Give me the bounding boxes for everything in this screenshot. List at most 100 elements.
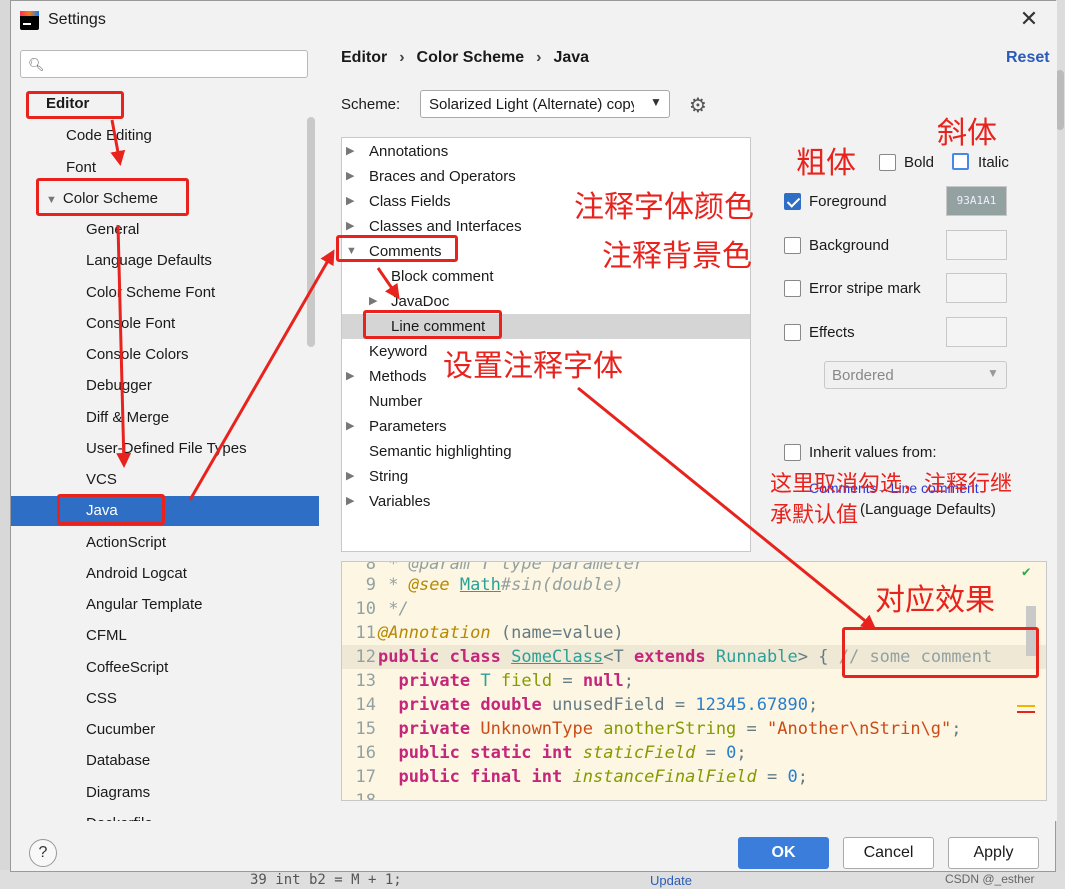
sidebar-item-angular-template[interactable]: Angular Template (86, 590, 202, 620)
annotation-italic: 斜体 (937, 116, 997, 151)
title-bar: Settings ✕ (11, 1, 1057, 39)
error-stripe-label: Error stripe mark (809, 280, 921, 297)
inherit-label: Inherit values from: (809, 444, 937, 461)
sidebar-item-dockerfile[interactable]: Dockerfile (86, 809, 153, 821)
bold-label: Bold (904, 154, 935, 171)
watermark: CSDN @_esther (945, 872, 1035, 886)
annotation-bold: 粗体 (796, 146, 856, 181)
chevron-right-icon: ▶ (346, 495, 355, 507)
breadcrumb-editor[interactable]: Editor (341, 49, 387, 66)
tree-item-label: Semantic highlighting (369, 443, 512, 460)
sidebar-item-diff-merge[interactable]: Diff & Merge (86, 403, 169, 433)
tree-item-label: Braces and Operators (369, 168, 516, 185)
effects-color-swatch[interactable] (946, 317, 1007, 347)
tree-item-parameters[interactable]: ▶ Parameters (342, 414, 750, 439)
sidebar-item-coffeescript[interactable]: CoffeeScript (86, 653, 168, 683)
sidebar-item-general[interactable]: General (86, 215, 139, 245)
scheme-select[interactable]: Solarized Light (Alternate) copy ▼ (420, 90, 670, 118)
chevron-right-icon: ▶ (346, 420, 355, 432)
backdrop-update: Update (650, 873, 692, 888)
backdrop-code: 39 int b2 = M + 1; (250, 872, 402, 888)
annotation-box-comment-effect (842, 627, 1039, 678)
sidebar-item-cucumber[interactable]: Cucumber (86, 715, 155, 745)
help-button[interactable]: ? (29, 839, 57, 867)
sidebar-item-android-logcat[interactable]: Android Logcat (86, 559, 187, 589)
tree-item-variables[interactable]: ▶ Variables (342, 489, 750, 514)
sidebar-item-color-scheme-font[interactable]: Color Scheme Font (86, 278, 215, 308)
effects-type-value: Bordered (832, 367, 894, 384)
error-stripe-checkbox[interactable] (784, 280, 801, 297)
tree-item-label: Keyword (369, 343, 428, 360)
sidebar-item-database[interactable]: Database (86, 746, 150, 776)
breadcrumb-color-scheme[interactable]: Color Scheme (417, 49, 525, 66)
line-number: 14 (355, 695, 376, 715)
sidebar-item-debugger[interactable]: Debugger (86, 371, 152, 401)
breadcrumb-separator: › (399, 49, 405, 66)
italic-checkbox[interactable] (952, 153, 969, 170)
foreground-checkbox[interactable] (784, 193, 801, 210)
annotation-box-editor (26, 91, 124, 119)
tree-item-label: Variables (369, 493, 431, 510)
sidebar-item-diagrams[interactable]: Diagrams (86, 778, 150, 808)
tree-item-string[interactable]: ▶ String (342, 464, 750, 489)
effects-type-select[interactable]: Bordered ▼ (824, 361, 1007, 389)
cancel-button[interactable]: Cancel (843, 837, 934, 869)
sidebar-item-language-defaults[interactable]: Language Defaults (86, 246, 212, 276)
bold-checkbox[interactable] (879, 154, 896, 171)
breadcrumb-java: Java (553, 49, 590, 66)
backdrop-left (0, 0, 10, 889)
breadcrumb-separator: › (536, 49, 542, 66)
reset-link[interactable]: Reset (1006, 49, 1050, 67)
sidebar-item-code-editing[interactable]: Code Editing (66, 121, 152, 151)
line-number: 10 (355, 599, 376, 619)
effects-label: Effects (809, 324, 855, 341)
background-label: Background (809, 237, 890, 254)
tree-item-semantic-highlighting[interactable]: Semantic highlighting (342, 439, 750, 464)
background-checkbox[interactable] (784, 237, 801, 254)
tree-item-label: Parameters (369, 418, 447, 435)
settings-sidebar: 🔍︎ Editor Code Editing Font ▼ Color Schem… (11, 39, 319, 821)
apply-button[interactable]: Apply (948, 837, 1039, 869)
check-icon: ✔ (1022, 564, 1031, 580)
annotation-box-java (57, 494, 165, 525)
chevron-right-icon: ▶ (346, 370, 355, 382)
sidebar-item-cfml[interactable]: CFML (86, 621, 127, 651)
search-icon: 🔍︎ (28, 57, 45, 72)
settings-search[interactable]: 🔍︎ (20, 50, 308, 78)
sidebar-item-user-defined-file-types[interactable]: User-Defined File Types (86, 434, 247, 464)
inherit-checkbox[interactable] (784, 444, 801, 461)
foreground-color-swatch[interactable]: 93A1A1 (946, 186, 1007, 216)
sidebar-item-css[interactable]: CSS (86, 684, 117, 714)
background-color-swatch[interactable] (946, 230, 1007, 260)
code-line: 16 public static int staticField = 0; (342, 741, 1046, 765)
scheme-select-value: Solarized Light (Alternate) copy (429, 96, 634, 113)
effects-checkbox[interactable] (784, 324, 801, 341)
annotation-box-comments (336, 235, 458, 262)
line-number: 12 (355, 647, 376, 667)
italic-label: Italic (978, 154, 1009, 171)
sidebar-item-vcs[interactable]: VCS (86, 465, 117, 495)
sidebar-item-console-colors[interactable]: Console Colors (86, 340, 189, 370)
close-icon[interactable]: ✕ (1016, 7, 1042, 33)
line-number: 13 (355, 671, 376, 691)
line-number: 11 (355, 623, 376, 643)
tree-item-annotations[interactable]: ▶ Annotations (342, 139, 750, 164)
gear-icon[interactable]: ⚙ (689, 93, 707, 118)
scheme-label: Scheme: (341, 96, 401, 113)
code-line: 17 public final int instanceFinalField =… (342, 765, 1046, 789)
sidebar-scrollbar[interactable] (307, 117, 315, 347)
error-stripe-color-swatch[interactable] (946, 273, 1007, 303)
tree-item-label: Annotations (369, 143, 449, 160)
code-line: 14 private double unusedField = 12345.67… (342, 693, 1046, 717)
annotation-inherit-2: 承默认值 (770, 503, 859, 528)
foreground-label: Foreground (809, 193, 887, 210)
tree-item-number[interactable]: Number (342, 389, 750, 414)
code-line: 15 private UnknownType anotherString = "… (342, 717, 1046, 741)
sidebar-item-actionscript[interactable]: ActionScript (86, 528, 166, 558)
sidebar-item-console-font[interactable]: Console Font (86, 309, 175, 339)
search-input[interactable] (51, 54, 301, 74)
chevron-right-icon: ▶ (346, 470, 355, 482)
ok-button[interactable]: OK (738, 837, 829, 869)
backdrop-right (1056, 0, 1065, 889)
chevron-right-icon: ▶ (346, 195, 355, 207)
